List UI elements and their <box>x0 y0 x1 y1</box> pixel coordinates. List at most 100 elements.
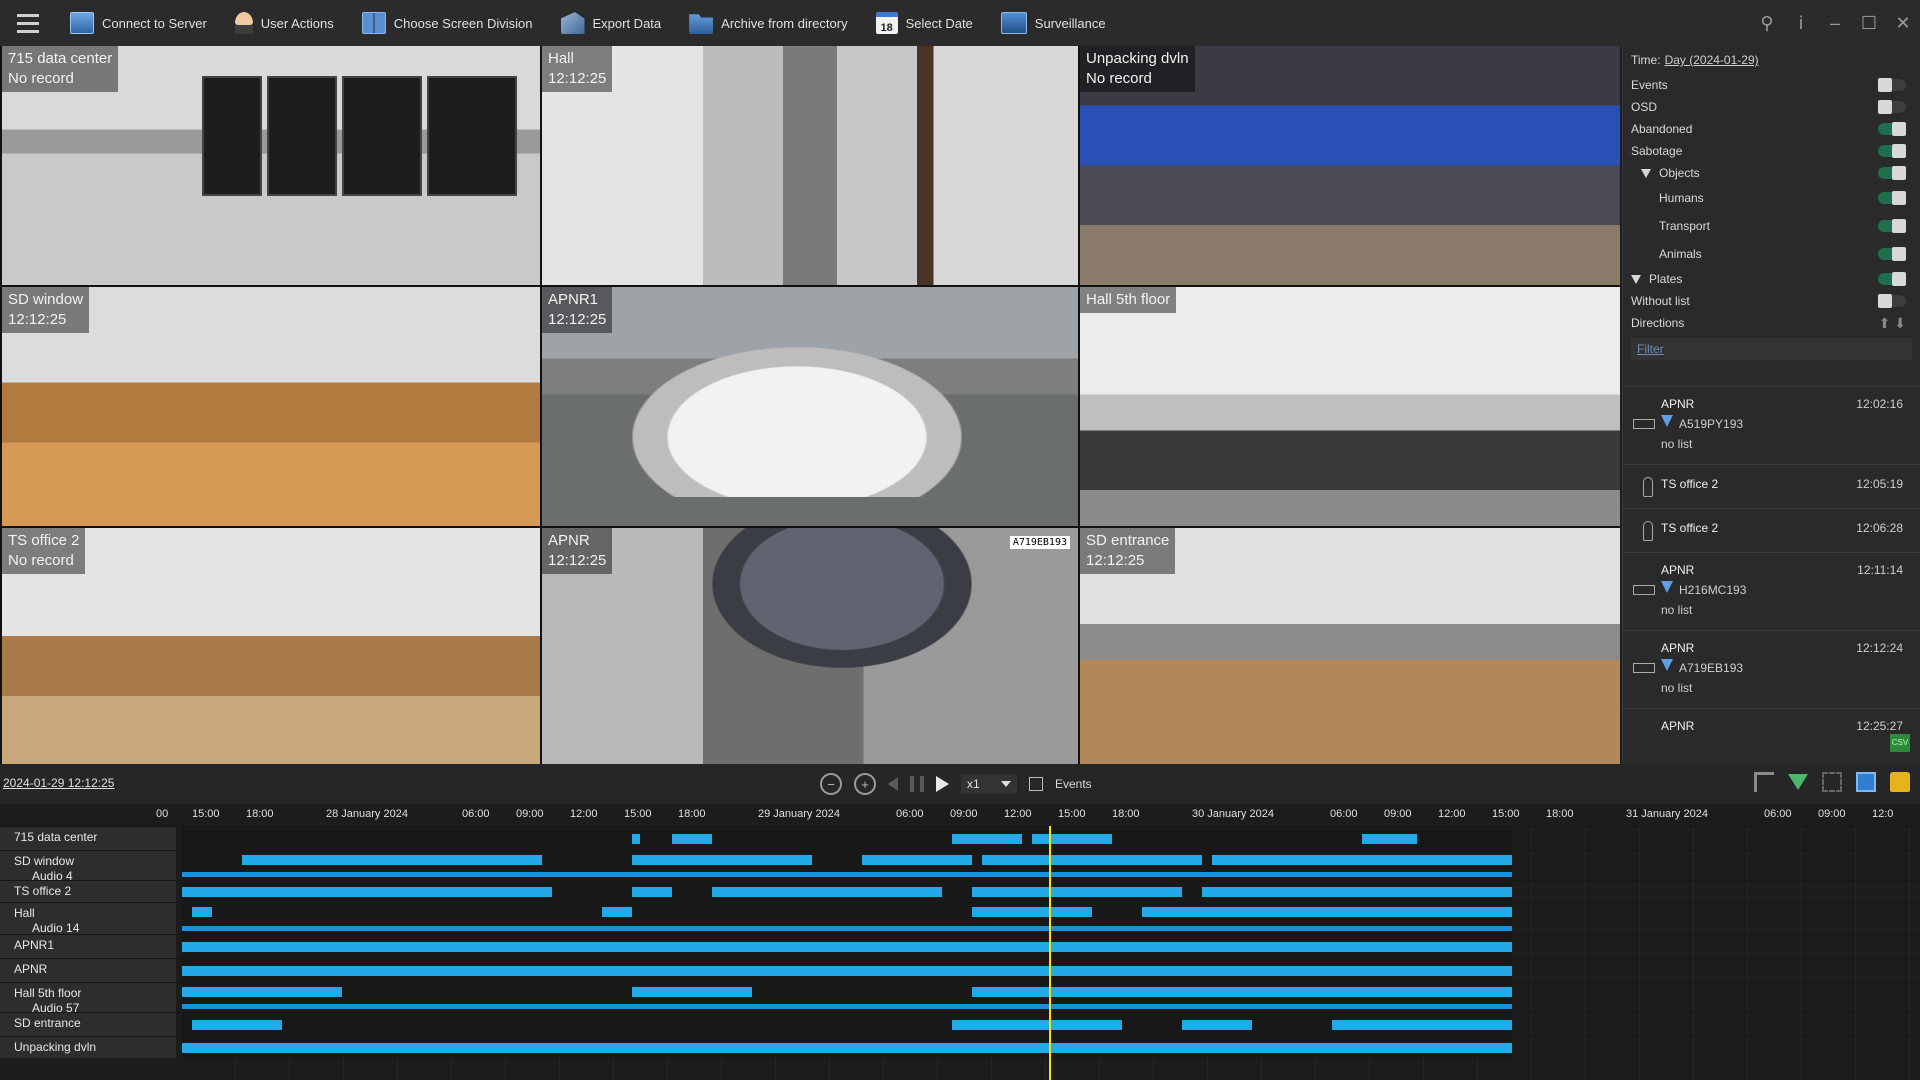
recording-track[interactable] <box>182 1013 1512 1036</box>
timeline-tick-label: 12:00 <box>570 808 598 820</box>
camera-tile-sd-entrance[interactable]: SD entrance 12:12:25 <box>1080 528 1620 768</box>
recording-segment <box>1332 1020 1512 1030</box>
export-data-label: Export Data <box>592 15 662 31</box>
screen-division-icon <box>361 12 386 34</box>
timeline-row-label[interactable]: SD entrance <box>0 1013 176 1036</box>
timeline-row-label[interactable]: Hall 5th floor Audio 57 <box>0 983 176 1015</box>
step-back-icon[interactable] <box>888 777 898 791</box>
recording-track[interactable] <box>182 903 1512 934</box>
filter-toggle[interactable] <box>1878 122 1906 136</box>
filter-toggle[interactable] <box>1878 247 1906 261</box>
speed-select[interactable]: x1 <box>961 774 1017 794</box>
pin-icon[interactable]: ⚲ <box>1750 0 1784 46</box>
archive-from-directory-label: Archive from directory <box>721 15 848 31</box>
events-checkbox[interactable] <box>1029 777 1043 791</box>
recording-track[interactable] <box>182 851 1512 880</box>
pause-icon[interactable] <box>910 776 924 792</box>
choose-screen-division-button[interactable]: Choose Screen Division <box>348 0 547 46</box>
lock-icon[interactable] <box>1890 772 1910 792</box>
filter-icon[interactable] <box>1788 774 1808 790</box>
timeline-row-label[interactable]: SD window Audio 4 <box>0 851 176 883</box>
timeline-tools <box>1754 772 1910 792</box>
recording-segment <box>632 834 640 844</box>
recording-track[interactable] <box>182 935 1512 958</box>
camera-tile-apnr1[interactable]: APNR1 12:12:25 <box>542 287 1078 526</box>
export-data-button[interactable]: Export Data <box>547 0 676 46</box>
playhead-cursor[interactable] <box>1049 826 1051 1080</box>
camera-tile-hall[interactable]: Hall 12:12:25 <box>542 46 1078 285</box>
current-datetime-link[interactable]: 2024-01-29 12:12:25 <box>3 776 114 790</box>
camera-tile-sd-window[interactable]: SD window 12:12:25 <box>2 287 540 526</box>
recording-track[interactable] <box>182 959 1512 982</box>
event-item[interactable]: TS office 2 12:05:19 <box>1623 464 1920 508</box>
camera-tile-unpacking-dvln[interactable]: Unpacking dvln No record <box>1080 46 1620 285</box>
filter-toggle[interactable] <box>1878 219 1906 233</box>
surveillance-button[interactable]: Surveillance <box>987 0 1120 46</box>
pin-icon[interactable] <box>1754 772 1774 792</box>
recording-track[interactable] <box>182 983 1512 1012</box>
filter-input[interactable]: Filter <box>1631 338 1912 360</box>
timeline-tick-label: 12:0 <box>1872 808 1894 820</box>
camera-tile-hall-5th-floor[interactable]: Hall 5th floor <box>1080 287 1620 526</box>
recording-segment <box>952 834 1022 844</box>
expand-arrow-icon[interactable] <box>1641 168 1651 178</box>
playback-controls: − + x1 Events <box>820 770 1092 798</box>
recording-segment <box>632 987 752 997</box>
csv-export-button[interactable]: CSV <box>1890 734 1910 752</box>
timeline-row-label[interactable]: Hall Audio 14 <box>0 903 176 935</box>
expand-arrow-icon[interactable] <box>1631 274 1641 284</box>
recording-segment <box>1212 855 1512 865</box>
filter-toggle[interactable] <box>1878 78 1906 92</box>
timeline-row-label[interactable]: 715 data center <box>0 827 176 850</box>
timeline-row-label[interactable]: APNR <box>0 959 176 982</box>
person-icon <box>1643 477 1653 497</box>
timeline-tick-label: 12:00 <box>1438 808 1466 820</box>
camera-tile-715-data-center[interactable]: 715 data center No record <box>2 46 540 285</box>
select-date-button[interactable]: 18 Select Date <box>862 0 987 46</box>
info-icon[interactable]: ⅰ <box>1784 0 1818 46</box>
filter-toggle[interactable] <box>1878 191 1906 205</box>
select-date-label: Select Date <box>905 15 973 31</box>
audio-segment <box>182 872 1512 877</box>
time-range-link[interactable]: Day (2024-01-29) <box>1665 53 1759 67</box>
connect-to-server-button[interactable]: Connect to Server <box>56 0 221 46</box>
archive-from-directory-button[interactable]: Archive from directory <box>675 0 861 46</box>
play-icon[interactable] <box>936 776 949 792</box>
event-time: 12:02:16 <box>1856 397 1903 411</box>
selection-icon[interactable] <box>1822 772 1842 792</box>
close-button[interactable]: ✕ <box>1886 0 1920 46</box>
direction-arrows-icon[interactable]: ⬆ ⬇ <box>1879 315 1906 332</box>
camera-feed-image <box>542 287 1078 526</box>
hamburger-menu-button[interactable] <box>0 0 56 46</box>
maximize-button[interactable]: ☐ <box>1852 0 1886 46</box>
zoom-out-icon[interactable]: − <box>820 773 842 795</box>
filter-toggle[interactable] <box>1878 166 1906 180</box>
filter-toggle[interactable] <box>1878 272 1906 286</box>
camera-tile-ts-office-2[interactable]: TS office 2 No record <box>2 528 540 768</box>
minimize-button[interactable]: – <box>1818 0 1852 46</box>
export-range-icon[interactable] <box>1856 772 1876 792</box>
event-item[interactable]: APNR 12:12:24 A719EB193 no list <box>1623 630 1920 708</box>
timeline-tick-label: 09:00 <box>950 808 978 820</box>
filter-toggle[interactable] <box>1878 294 1906 308</box>
filter-toggle[interactable] <box>1878 144 1906 158</box>
filter-label-text: Without list <box>1631 294 1690 308</box>
event-item[interactable]: APNR 12:11:14 H216MC193 no list <box>1623 552 1920 630</box>
filter-toggle[interactable] <box>1878 100 1906 114</box>
timeline-row-label[interactable]: APNR1 <box>0 935 176 958</box>
filter-row-directions: Directions ⬆ ⬇ <box>1623 312 1920 334</box>
timeline-tick-label: 15:00 <box>624 808 652 820</box>
user-actions-button[interactable]: User Actions <box>221 0 348 46</box>
recording-track[interactable] <box>182 1037 1512 1058</box>
timeline-row-label[interactable]: Unpacking dvln <box>0 1037 176 1058</box>
filter-label: Without list <box>1631 294 1690 308</box>
recording-track[interactable] <box>182 827 1512 850</box>
event-item[interactable]: TS office 2 12:06:28 <box>1623 508 1920 552</box>
recording-segment <box>972 987 1512 997</box>
camera-tile-apnr[interactable]: A719EB193 APNR 12:12:25 <box>542 528 1078 768</box>
timeline-row-label[interactable]: TS office 2 <box>0 881 176 902</box>
event-item[interactable]: APNR 12:02:16 A519PY193 no list <box>1623 386 1920 464</box>
recording-track[interactable] <box>182 881 1512 902</box>
event-item[interactable]: APNR 12:25:27 <box>1623 708 1920 748</box>
zoom-in-icon[interactable]: + <box>854 773 876 795</box>
